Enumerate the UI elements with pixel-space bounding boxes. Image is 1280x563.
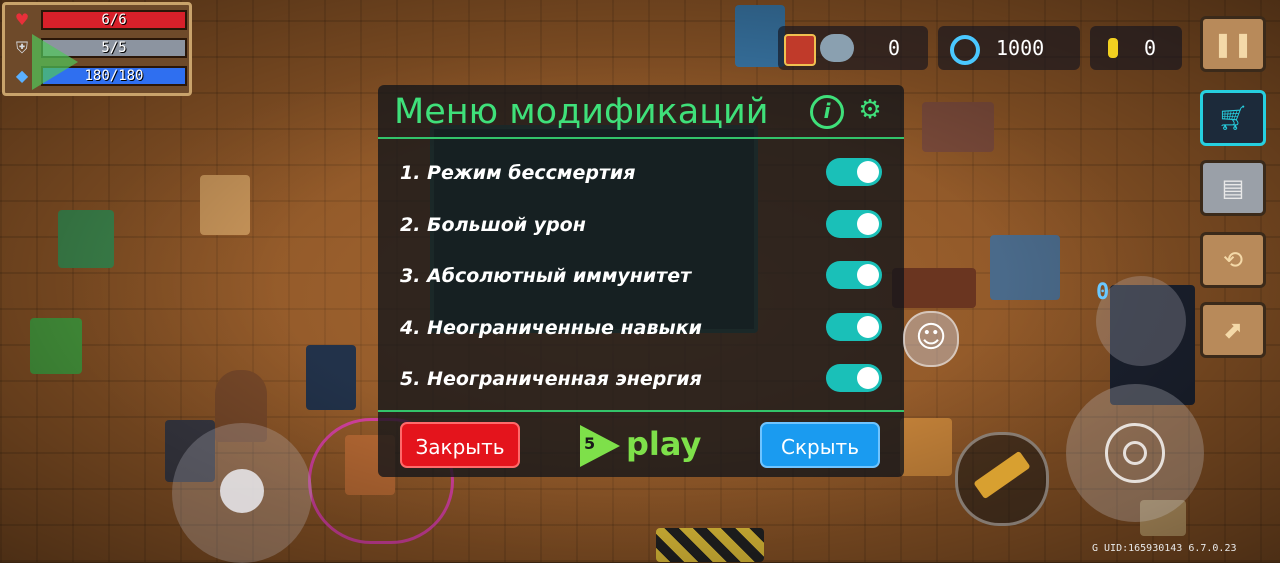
info-icon[interactable]: i bbox=[810, 95, 844, 129]
coins-value: 0 bbox=[1144, 36, 1157, 60]
option-label: 3. Абсолютный иммунитет bbox=[400, 265, 692, 287]
mod-menu-title: Меню модификаций bbox=[394, 92, 769, 132]
skill-button[interactable]: 0 bbox=[1096, 276, 1186, 366]
option-label: 1. Режим бессмертия bbox=[400, 162, 636, 184]
crosshair-center bbox=[1123, 441, 1147, 465]
profile-card-icon: ▤ bbox=[1221, 174, 1245, 202]
hp-bar: 6/6 bbox=[41, 10, 187, 30]
smiley-icon: ☺ bbox=[915, 320, 947, 355]
weapon-swap-button[interactable] bbox=[955, 432, 1049, 526]
hp-row: ♥ 6/6 bbox=[11, 9, 187, 31]
materials-value: 0 bbox=[888, 36, 901, 60]
option-toggle[interactable] bbox=[826, 158, 882, 186]
gem-icon bbox=[950, 35, 980, 65]
coins-counter: 0 bbox=[1090, 26, 1182, 70]
profile-button[interactable]: ▤ bbox=[1200, 160, 1266, 216]
energy-gem-icon: ◆ bbox=[15, 66, 29, 85]
emote-button[interactable]: ☺ bbox=[903, 311, 959, 367]
pause-icon: ❚❚ bbox=[1212, 30, 1254, 58]
option-row: 3. Абсолютный иммунитет bbox=[400, 260, 882, 292]
option-row: 5. Неограниченная энергия bbox=[400, 363, 882, 395]
brand-badge: 5 bbox=[584, 434, 596, 453]
mod-menu-panel: Меню модификаций i ⚙ 1. Режим бессмертия… bbox=[378, 85, 904, 477]
footer-divider bbox=[378, 410, 904, 412]
option-row: 2. Большой урон bbox=[400, 209, 882, 241]
hide-button[interactable]: Скрыть bbox=[760, 422, 880, 468]
swap-button[interactable]: ⟲ bbox=[1200, 232, 1266, 288]
toggle-knob bbox=[857, 264, 879, 286]
upgrade-button[interactable]: ⬈ bbox=[1200, 302, 1266, 358]
option-label: 2. Большой урон bbox=[400, 214, 586, 236]
heart-icon: ♥ bbox=[14, 10, 30, 29]
player-stats-panel: ♥ 6/6 ⛨ 5/5 ◆ 180/180 bbox=[2, 2, 192, 96]
attack-joystick[interactable] bbox=[1066, 384, 1204, 522]
toggle-knob bbox=[857, 213, 879, 235]
toggle-knob bbox=[857, 161, 879, 183]
option-toggle[interactable] bbox=[826, 364, 882, 392]
shop-button[interactable]: 🛒︎ bbox=[1200, 90, 1266, 146]
brand-logo: 5 play bbox=[578, 423, 708, 467]
close-button[interactable]: Закрыть bbox=[400, 422, 520, 468]
uid-version-text: G UID:165930143 6.7.0.23 bbox=[1092, 543, 1237, 554]
settings-gear-icon[interactable]: ⚙ bbox=[855, 95, 885, 125]
brand-watermark-logo bbox=[32, 34, 78, 90]
shield-icon: ⛨ bbox=[15, 38, 28, 57]
brand-play-text: play bbox=[626, 425, 702, 463]
gems-counter: 1000 bbox=[938, 26, 1080, 70]
shop-cart-icon: 🛒︎ bbox=[1217, 104, 1249, 132]
option-toggle[interactable] bbox=[826, 313, 882, 341]
materials-counter: 0 bbox=[778, 26, 928, 70]
skill-counter: 0 bbox=[1096, 280, 1110, 305]
option-toggle[interactable] bbox=[826, 210, 882, 238]
toggle-knob bbox=[857, 367, 879, 389]
option-label: 5. Неограниченная энергия bbox=[400, 368, 702, 390]
fish-icon bbox=[820, 34, 854, 62]
movement-joystick[interactable] bbox=[172, 423, 312, 563]
weapon-icon bbox=[973, 450, 1031, 500]
hp-text: 6/6 bbox=[101, 12, 127, 28]
title-divider bbox=[378, 137, 904, 139]
toggle-knob bbox=[857, 316, 879, 338]
pause-button[interactable]: ❚❚ bbox=[1200, 16, 1266, 72]
materials-icon bbox=[784, 34, 816, 66]
option-toggle[interactable] bbox=[826, 261, 882, 289]
gems-value: 1000 bbox=[996, 36, 1045, 60]
coin-icon bbox=[1108, 38, 1118, 58]
option-label: 4. Неограниченные навыки bbox=[400, 317, 702, 339]
option-row: 1. Режим бессмертия bbox=[400, 157, 882, 189]
swap-icon: ⟲ bbox=[1222, 246, 1244, 274]
joystick-knob[interactable] bbox=[220, 469, 264, 513]
option-row: 4. Неограниченные навыки bbox=[400, 312, 882, 344]
upgrade-icon: ⬈ bbox=[1222, 316, 1244, 344]
